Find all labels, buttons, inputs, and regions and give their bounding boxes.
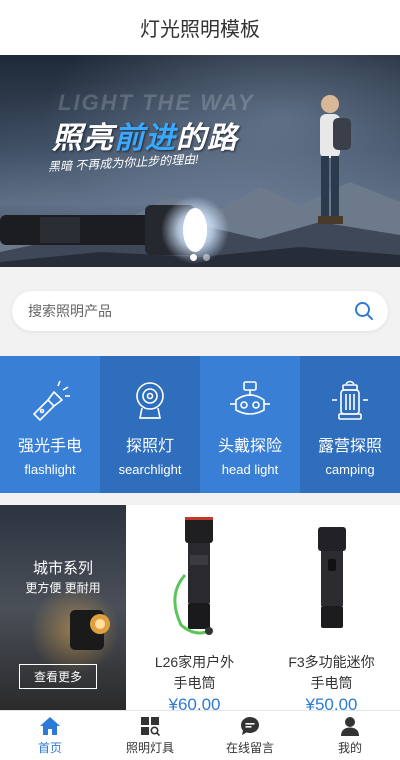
product-name-line1: F3多功能迷你 [288, 654, 375, 670]
tab-lighting[interactable]: 照明灯具 [100, 711, 200, 760]
flashlight-l26-image [173, 517, 213, 635]
chat-icon [241, 716, 259, 735]
series-subtitle: 更方便 更耐用 [25, 581, 101, 595]
category-headlight[interactable]: 头戴探险 head light [200, 356, 300, 493]
page-title: 灯光照明模板 [140, 19, 260, 41]
series-flashlight-image [70, 610, 110, 650]
product-name-line1: L26家用户外 [154, 654, 235, 670]
banner-pagination[interactable] [0, 254, 400, 261]
lantern-icon [332, 380, 368, 420]
hiker-figure [318, 95, 351, 224]
product-name-line2: 手电筒 [310, 675, 353, 691]
category-label-zh: 探照灯 [125, 438, 174, 455]
category-label-en: head light [221, 462, 279, 477]
category-label-zh: 露营探照 [317, 438, 382, 455]
search-input[interactable] [28, 303, 354, 319]
category-flashlight[interactable]: 强光手电 flashlight [0, 356, 100, 493]
product-name: F3多功能迷你 手电筒 [263, 652, 400, 694]
search-section [0, 275, 400, 345]
tab-label: 照明灯具 [125, 740, 174, 755]
tab-label: 我的 [337, 740, 362, 755]
category-label-en: flashlight [24, 462, 76, 477]
hero-banner[interactable]: LIGHT THE WAY 照亮前进的路 黑暗 不再成为你止步的理由! [0, 55, 400, 267]
city-series-promo[interactable]: 城市系列 更方便 更耐用 查看更多 [0, 505, 126, 710]
grid-search-icon [141, 716, 160, 736]
banner-dot-2[interactable] [203, 254, 210, 261]
product-section: 城市系列 更方便 更耐用 查看更多 L26家用户外 手电筒 ¥60.00 F3多… [0, 505, 400, 714]
category-searchlight[interactable]: 探照灯 searchlight [100, 356, 200, 493]
product-image [263, 515, 400, 650]
tab-profile[interactable]: 我的 [300, 711, 400, 760]
banner-dot-1[interactable] [190, 254, 197, 261]
flashlight-icon [33, 380, 70, 421]
category-label-en: searchlight [118, 462, 182, 477]
headline-part1: 照亮 [52, 122, 114, 155]
page-title-bar: 灯光照明模板 [0, 0, 400, 55]
tab-home[interactable]: 首页 [0, 711, 100, 760]
product-card[interactable]: L26家用户外 手电筒 ¥60.00 [126, 505, 263, 714]
product-name: L26家用户外 手电筒 [126, 652, 263, 694]
category-camping[interactable]: 露营探照 camping [300, 356, 400, 493]
category-label-zh: 强光手电 [17, 438, 82, 455]
search-bar[interactable] [12, 291, 388, 331]
category-label-en: camping [325, 462, 375, 477]
product-card[interactable]: F3多功能迷你 手电筒 ¥50.00 [263, 505, 400, 714]
flashlight-f3-image [317, 527, 346, 628]
headline-highlight: 前进 [114, 122, 176, 155]
product-image [126, 515, 263, 650]
headlamp-icon [230, 381, 270, 415]
user-icon [341, 716, 359, 736]
product-name-line2: 手电筒 [173, 675, 216, 691]
banner-headline: 照亮前进的路 [52, 113, 238, 157]
category-label-zh: 头戴探险 [217, 438, 282, 455]
search-icon[interactable] [354, 301, 374, 321]
tab-label: 首页 [37, 740, 62, 755]
tab-message[interactable]: 在线留言 [200, 711, 300, 760]
home-icon [40, 716, 60, 735]
searchlight-icon [136, 382, 164, 419]
series-title: 城市系列 [32, 560, 93, 577]
bottom-tab-bar: 首页 照明灯具 在线留言 我的 [0, 710, 400, 760]
category-grid: 强光手电 flashlight 探照灯 searchlight 头戴探险 hea… [0, 356, 400, 493]
tab-label: 在线留言 [225, 740, 274, 755]
view-more-button[interactable]: 查看更多 [19, 664, 97, 689]
